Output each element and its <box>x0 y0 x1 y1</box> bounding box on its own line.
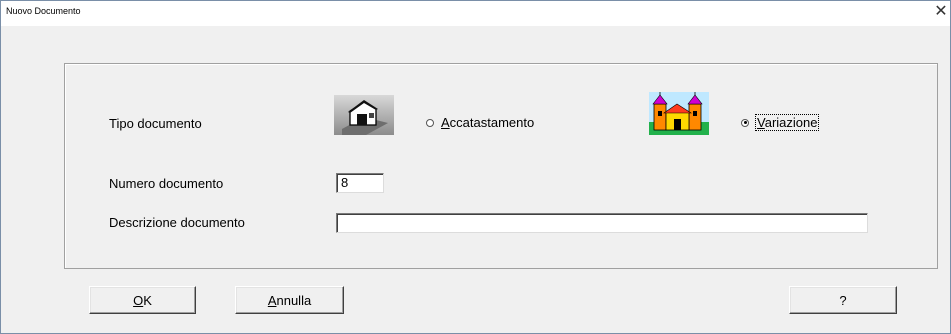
ok-button[interactable]: OK <box>89 286 196 314</box>
document-group-box <box>64 63 938 269</box>
castle-icon <box>649 92 709 135</box>
house-icon <box>334 95 394 135</box>
close-icon[interactable]: ✕ <box>933 3 949 21</box>
annulla-button[interactable]: Annulla <box>235 286 344 314</box>
radio-variazione-label: Variazione <box>754 114 820 131</box>
radio-accatastamento-circle[interactable] <box>426 118 434 127</box>
annulla-button-label: Annulla <box>267 292 312 308</box>
tipo-documento-label: Tipo documento <box>109 116 202 131</box>
radio-accatastamento-label: Accatastamento <box>441 115 535 130</box>
radio-variazione-circle[interactable] <box>741 118 749 127</box>
ok-button-label: OK <box>133 292 152 308</box>
radio-variazione[interactable]: Variazione <box>741 114 820 131</box>
numero-documento-label: Numero documento <box>109 176 224 191</box>
help-button[interactable]: ? <box>789 286 897 314</box>
dialog-window: Nuovo Documento ✕ Tipo documento Accatas… <box>0 0 951 334</box>
descrizione-documento-label: Descrizione documento <box>109 215 245 230</box>
window-title: Nuovo Documento <box>6 6 81 16</box>
title-bar: Nuovo Documento ✕ <box>1 1 950 26</box>
radio-accatastamento[interactable]: Accatastamento <box>426 115 534 130</box>
help-button-label: ? <box>839 292 847 308</box>
descrizione-documento-input[interactable] <box>336 213 868 233</box>
numero-documento-input[interactable]: 8 <box>336 173 384 193</box>
